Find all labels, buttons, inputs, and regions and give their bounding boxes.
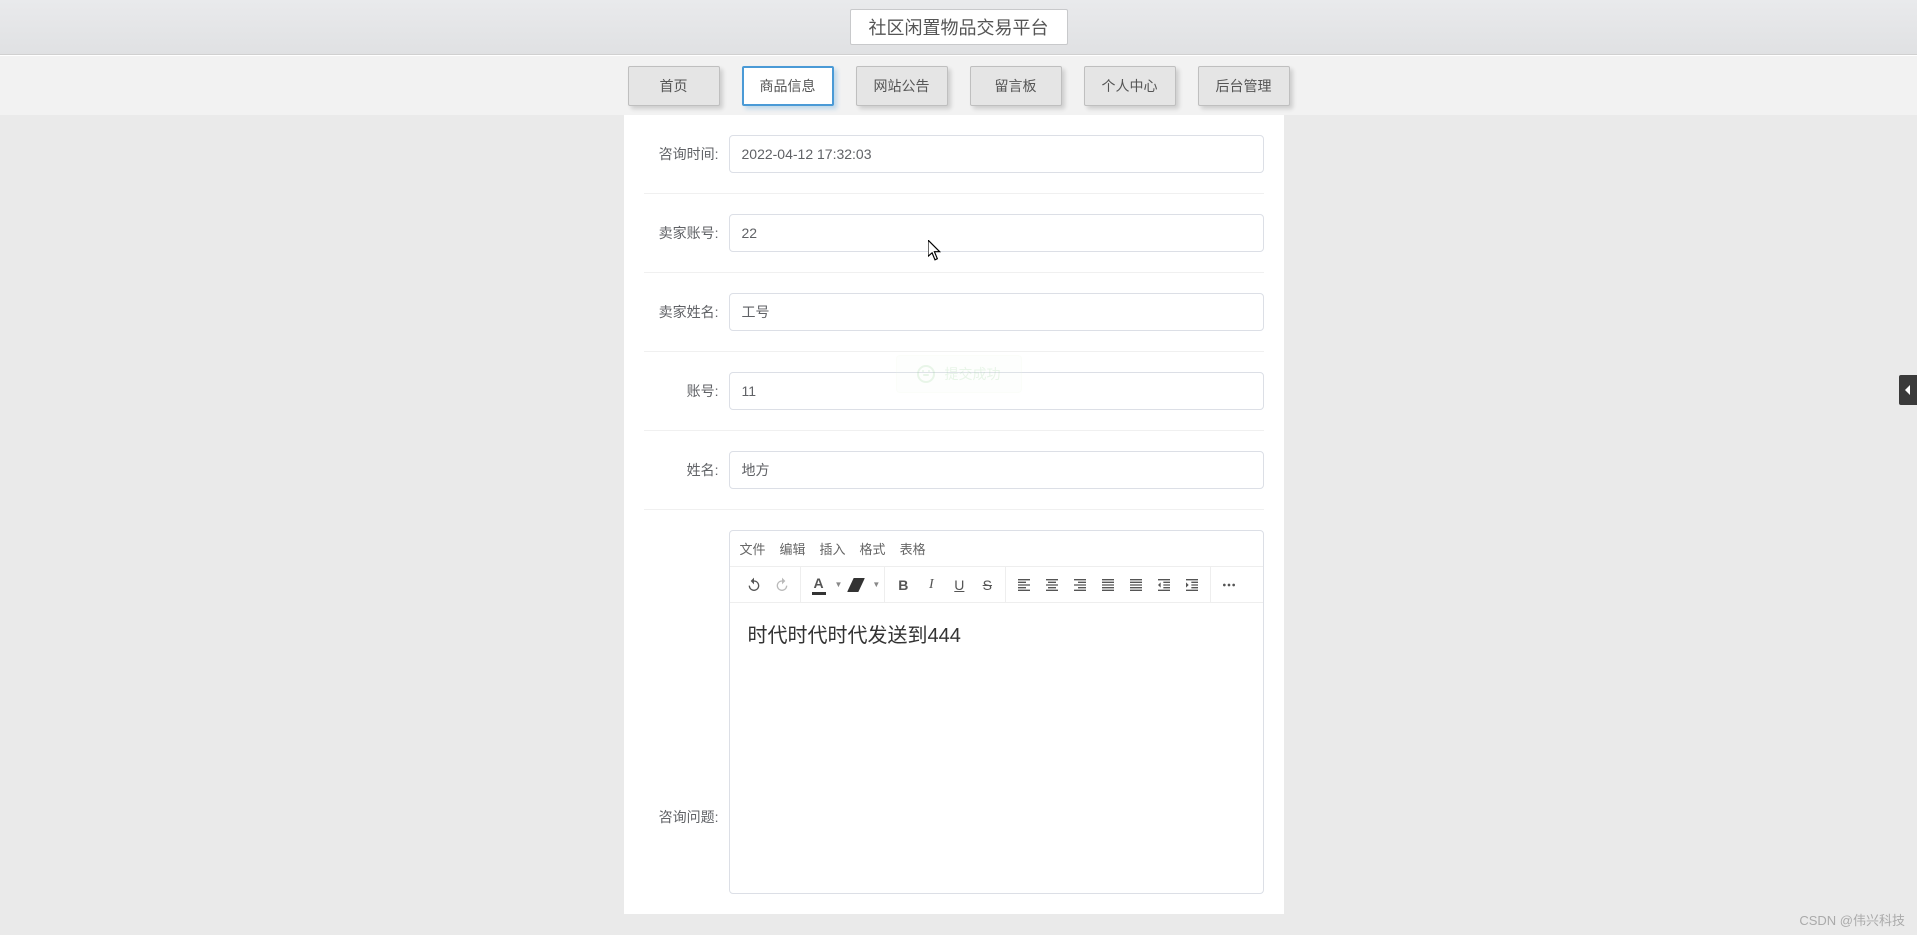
input-seller-account[interactable] [729, 214, 1264, 252]
chevron-down-icon[interactable]: ▼ [872, 580, 880, 589]
editor-toolbar: A ▼ ▼ B I U S [730, 567, 1263, 603]
nav-announcement[interactable]: 网站公告 [856, 66, 948, 106]
cursor-pointer-icon [928, 240, 942, 260]
input-seller-name[interactable] [729, 293, 1264, 331]
menu-edit[interactable]: 编辑 [780, 539, 806, 558]
input-consult-time[interactable] [729, 135, 1264, 173]
nav-product-info[interactable]: 商品信息 [742, 66, 834, 106]
align-justify-icon[interactable] [1095, 572, 1121, 598]
header-bar: 社区闲置物品交易平台 [0, 0, 1917, 55]
nav-home[interactable]: 首页 [628, 66, 720, 106]
success-toast: 提交成功 [896, 355, 1022, 393]
label-seller-account: 卖家账号: [644, 223, 719, 243]
indent-icon[interactable] [1179, 572, 1205, 598]
nav-admin[interactable]: 后台管理 [1198, 66, 1290, 106]
more-icon[interactable] [1216, 572, 1242, 598]
outdent-icon[interactable] [1151, 572, 1177, 598]
row-name: 姓名: [644, 431, 1264, 510]
app-title: 社区闲置物品交易平台 [850, 9, 1068, 45]
redo-icon[interactable] [769, 572, 795, 598]
highlight-button[interactable] [843, 572, 869, 598]
menu-file[interactable]: 文件 [740, 539, 766, 558]
align-left-icon[interactable] [1011, 572, 1037, 598]
nav-message-board[interactable]: 留言板 [970, 66, 1062, 106]
nav-personal-center[interactable]: 个人中心 [1084, 66, 1176, 106]
row-consult-time: 咨询时间: [644, 115, 1264, 194]
align-center-icon[interactable] [1039, 572, 1065, 598]
form-card: 咨询时间: 卖家账号: 卖家姓名: 账号: 姓名: 咨询问题: 文件 编辑 [624, 115, 1284, 914]
row-seller-account: 卖家账号: [644, 194, 1264, 273]
align-justify-full-icon[interactable] [1123, 572, 1149, 598]
editor-content[interactable]: 时代时代时代发送到444 [730, 603, 1263, 893]
row-consult-question: 咨询问题: 文件 编辑 插入 格式 表格 [644, 510, 1264, 914]
menu-format[interactable]: 格式 [860, 539, 886, 558]
underline-icon[interactable]: U [946, 572, 972, 598]
menu-table[interactable]: 表格 [900, 539, 926, 558]
chevron-down-icon[interactable]: ▼ [835, 580, 843, 589]
label-seller-name: 卖家姓名: [644, 302, 719, 322]
rich-editor: 文件 编辑 插入 格式 表格 [729, 530, 1264, 894]
content-area: 咨询时间: 卖家账号: 卖家姓名: 账号: 姓名: 咨询问题: 文件 编辑 [0, 115, 1917, 914]
toast-text: 提交成功 [945, 364, 1001, 384]
smile-icon [917, 365, 935, 383]
input-name[interactable] [729, 451, 1264, 489]
label-consult-time: 咨询时间: [644, 144, 719, 164]
main-nav: 首页 商品信息 网站公告 留言板 个人中心 后台管理 [0, 55, 1917, 115]
align-right-icon[interactable] [1067, 572, 1093, 598]
label-account: 账号: [644, 381, 719, 401]
label-name: 姓名: [644, 460, 719, 480]
label-consult-question: 咨询问题: [644, 807, 719, 827]
italic-icon[interactable]: I [918, 572, 944, 598]
editor-menubar: 文件 编辑 插入 格式 表格 [730, 531, 1263, 567]
menu-insert[interactable]: 插入 [820, 539, 846, 558]
font-color-button[interactable]: A [806, 572, 832, 598]
undo-icon[interactable] [741, 572, 767, 598]
side-drawer-toggle[interactable] [1899, 375, 1917, 405]
row-seller-name: 卖家姓名: [644, 273, 1264, 352]
strikethrough-icon[interactable]: S [974, 572, 1000, 598]
bold-icon[interactable]: B [890, 572, 916, 598]
watermark: CSDN @伟兴科技 [1799, 910, 1905, 929]
